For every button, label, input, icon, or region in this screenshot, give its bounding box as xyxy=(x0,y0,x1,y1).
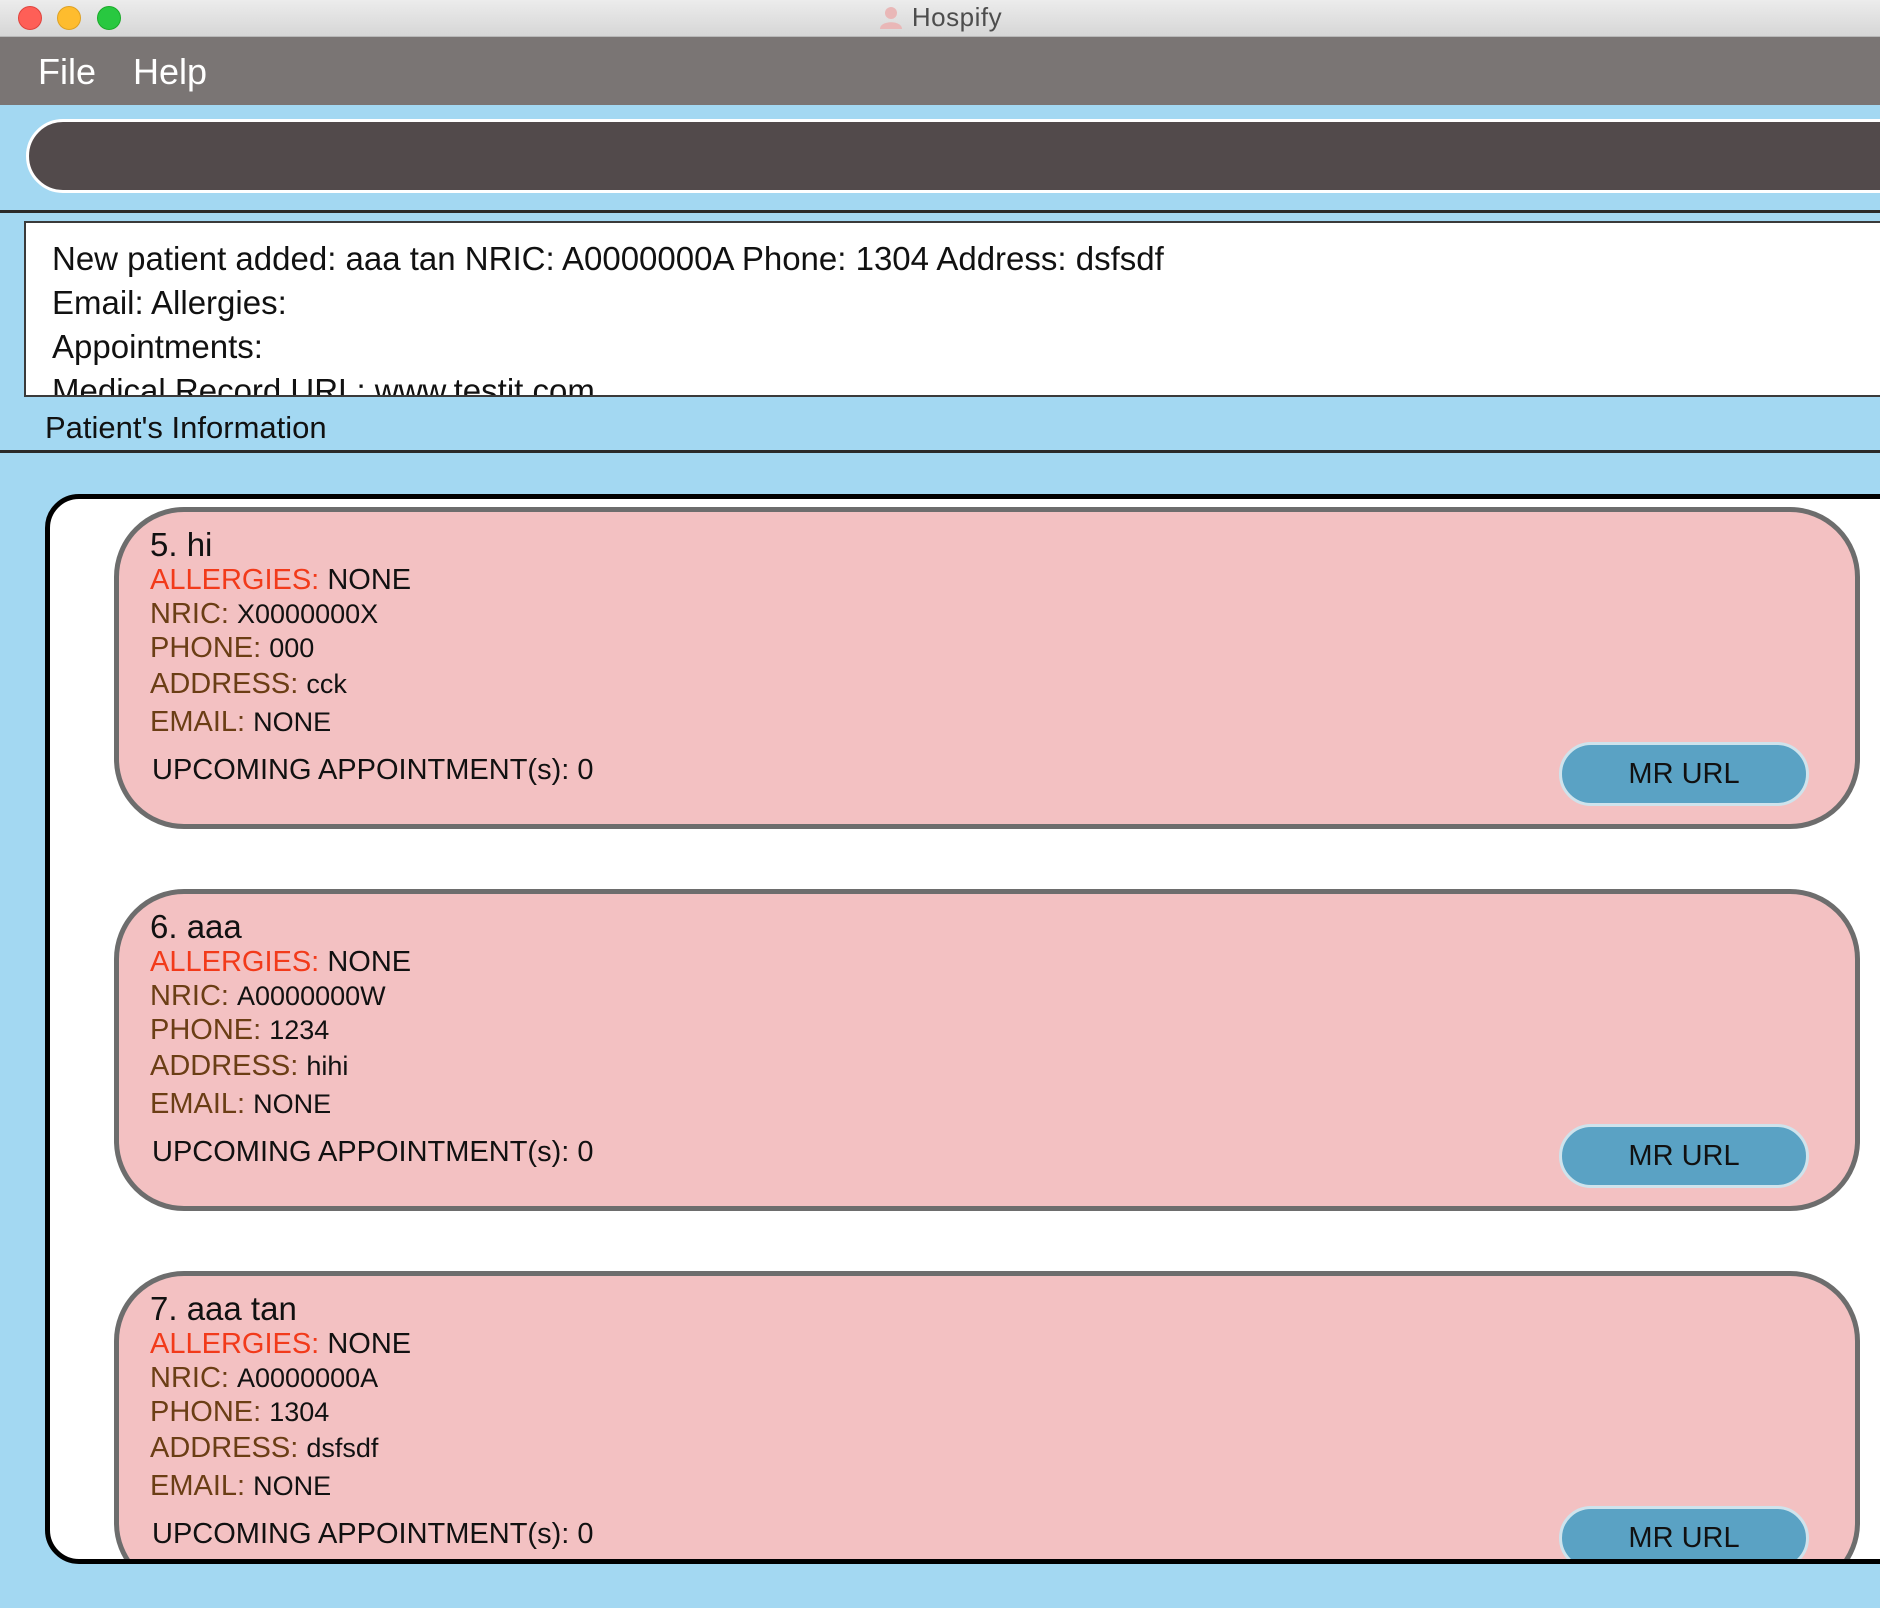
email-label: EMAIL: xyxy=(150,1088,246,1120)
allergies-label: ALLERGIES: xyxy=(150,946,320,978)
address-value: dsfsdf xyxy=(306,1433,379,1463)
phone-value: 1304 xyxy=(269,1397,330,1427)
phone-value: 000 xyxy=(269,633,315,663)
phone-field: PHONE: 1304 xyxy=(150,1396,329,1429)
upcoming-appointments: UPCOMING APPOINTMENT(s): 0 xyxy=(152,754,594,786)
patient-card[interactable]: 7. aaa tan ALLERGIES: NONE NRIC: A000000… xyxy=(114,1271,1860,1559)
patient-card[interactable]: 6. aaa ALLERGIES: NONE NRIC: A0000000W P… xyxy=(114,889,1860,1211)
patient-list-label: Patient's Information xyxy=(45,410,327,445)
result-line: Email: Allergies: xyxy=(52,284,287,321)
email-field: EMAIL: NONE xyxy=(150,1088,331,1121)
phone-field: PHONE: 1234 xyxy=(150,1014,329,1047)
allergies-value: NONE xyxy=(327,946,412,978)
result-line: Medical Record URL: www.testit.com xyxy=(52,372,595,397)
allergies-field: ALLERGIES: NONE xyxy=(150,564,411,597)
address-label: ADDRESS: xyxy=(150,668,299,700)
patient-name: 5. hi xyxy=(150,526,213,563)
patient-name: 6. aaa xyxy=(150,908,242,945)
email-value: NONE xyxy=(253,1089,332,1119)
patient-name: 7. aaa tan xyxy=(150,1290,297,1327)
nric-value: A0000000W xyxy=(237,981,386,1011)
nric-label: NRIC: xyxy=(150,1362,229,1394)
allergies-value: NONE xyxy=(327,564,412,596)
upcoming-appointments: UPCOMING APPOINTMENT(s): 0 xyxy=(152,1518,594,1550)
address-field: ADDRESS: cck xyxy=(150,668,347,701)
mr-url-button[interactable]: MR URL xyxy=(1559,1506,1809,1559)
address-value: hihi xyxy=(306,1051,349,1081)
nric-label: NRIC: xyxy=(150,598,229,630)
patient-list[interactable]: 5. hi ALLERGIES: NONE NRIC: X0000000X PH… xyxy=(45,494,1880,1564)
email-label: EMAIL: xyxy=(150,706,246,738)
email-field: EMAIL: NONE xyxy=(150,706,331,739)
allergies-field: ALLERGIES: NONE xyxy=(150,1328,411,1361)
allergies-value: NONE xyxy=(327,1328,412,1360)
email-label: EMAIL: xyxy=(150,1470,246,1502)
phone-label: PHONE: xyxy=(150,1396,262,1428)
divider xyxy=(0,450,1880,453)
command-area xyxy=(0,105,1880,213)
address-label: ADDRESS: xyxy=(150,1432,299,1464)
email-field: EMAIL: NONE xyxy=(150,1470,331,1503)
phone-label: PHONE: xyxy=(150,1014,262,1046)
nric-value: X0000000X xyxy=(237,599,379,629)
nric-field: NRIC: X0000000X xyxy=(150,598,378,631)
nric-field: NRIC: A0000000W xyxy=(150,980,386,1013)
nric-label: NRIC: xyxy=(150,980,229,1012)
result-display: New patient added: aaa tan NRIC: A000000… xyxy=(24,221,1880,397)
window-title-text: Hospify xyxy=(911,2,1003,32)
allergies-label: ALLERGIES: xyxy=(150,564,320,596)
result-line: Appointments: xyxy=(52,328,263,365)
phone-label: PHONE: xyxy=(150,632,262,664)
upcoming-appointments: UPCOMING APPOINTMENT(s): 0 xyxy=(152,1136,594,1168)
email-value: NONE xyxy=(253,1471,332,1501)
address-field: ADDRESS: hihi xyxy=(150,1050,348,1083)
email-value: NONE xyxy=(253,707,332,737)
allergies-field: ALLERGIES: NONE xyxy=(150,946,411,979)
nric-value: A0000000A xyxy=(237,1363,379,1393)
patient-card[interactable]: 5. hi ALLERGIES: NONE NRIC: X0000000X PH… xyxy=(114,507,1860,829)
mr-url-button[interactable]: MR URL xyxy=(1559,742,1809,806)
menu-bar: File Help xyxy=(0,37,1880,105)
address-label: ADDRESS: xyxy=(150,1050,299,1082)
menu-help[interactable]: Help xyxy=(133,51,207,93)
title-bar: Hospify xyxy=(0,0,1880,37)
result-line: New patient added: aaa tan NRIC: A000000… xyxy=(52,240,1164,277)
mr-url-button[interactable]: MR URL xyxy=(1559,1124,1809,1188)
window-title: Hospify xyxy=(0,2,1880,33)
command-input[interactable] xyxy=(26,119,1880,193)
app-person-icon xyxy=(879,7,902,29)
menu-file[interactable]: File xyxy=(38,51,96,93)
nric-field: NRIC: A0000000A xyxy=(150,1362,378,1395)
address-value: cck xyxy=(306,669,347,699)
allergies-label: ALLERGIES: xyxy=(150,1328,320,1360)
phone-value: 1234 xyxy=(269,1015,330,1045)
address-field: ADDRESS: dsfsdf xyxy=(150,1432,378,1465)
phone-field: PHONE: 000 xyxy=(150,632,314,665)
